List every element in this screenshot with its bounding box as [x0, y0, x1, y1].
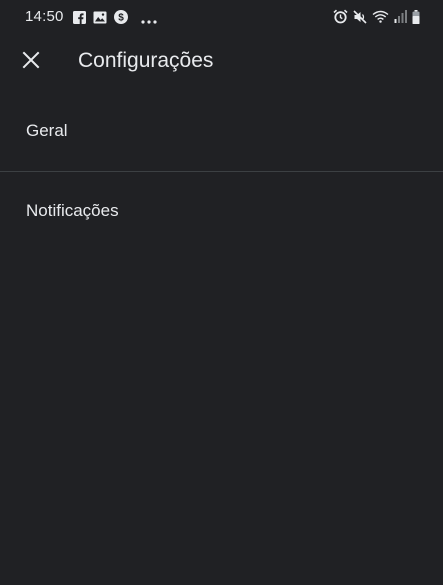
status-left-icons: $ [73, 10, 157, 29]
svg-text:$: $ [118, 13, 124, 24]
gallery-icon [93, 11, 107, 29]
settings-item-label: Notificações [26, 201, 119, 220]
close-icon [22, 51, 40, 74]
status-time: 14:50 [25, 8, 64, 25]
settings-item-geral[interactable]: Geral [0, 92, 443, 171]
mute-icon [353, 9, 367, 29]
close-button[interactable] [14, 45, 48, 79]
app-bar: Configurações [0, 34, 443, 92]
dollar-icon: $ [114, 10, 128, 29]
signal-icon [394, 10, 407, 28]
settings-list: Geral Notificações [0, 92, 443, 251]
alarm-icon [333, 9, 348, 29]
settings-item-label: Geral [26, 121, 68, 140]
more-dots-icon [141, 11, 157, 29]
status-right-icons [333, 9, 420, 29]
facebook-icon [73, 10, 86, 29]
wifi-icon [372, 10, 389, 28]
settings-screen: 14:50 $ Configurações Geral Notificações [0, 0, 443, 585]
page-title: Configurações [78, 49, 214, 72]
settings-item-notificacoes[interactable]: Notificações [0, 172, 443, 251]
battery-icon [412, 9, 420, 29]
status-bar: 14:50 $ [0, 0, 443, 34]
